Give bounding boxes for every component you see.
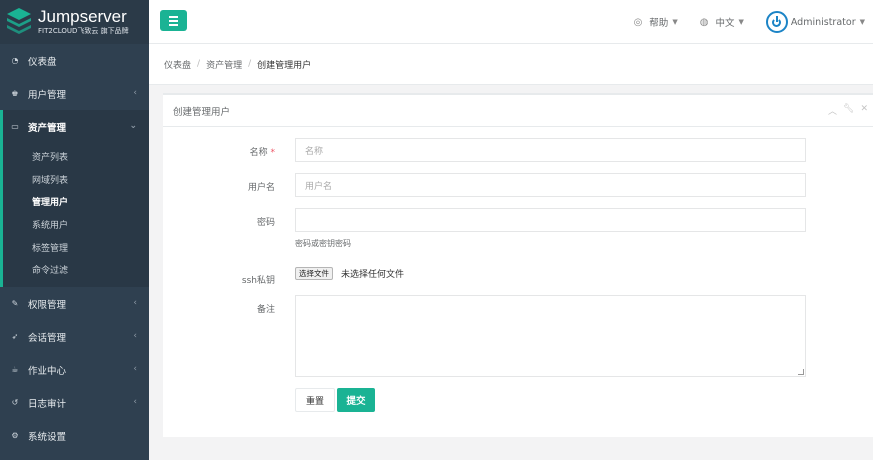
brand-subtitle: FIT2CLOUD飞致云 旗下品牌 — [38, 27, 129, 35]
jumpserver-logo-icon — [6, 7, 32, 37]
edit-icon: ✎ — [11, 299, 19, 309]
caret-down-icon: ▼ — [859, 18, 865, 26]
username-input[interactable]: 用户名 — [295, 173, 806, 197]
breadcrumb-current: 创建管理用户 — [257, 60, 312, 71]
caret-down-icon: ▼ — [738, 18, 744, 26]
submenu-item-asset-list[interactable]: 资产列表 — [3, 145, 149, 168]
submenu-item-domain-list[interactable]: 网域列表 — [3, 168, 149, 191]
help-dropdown[interactable]: ◎ 帮助 ▼ — [633, 15, 678, 30]
sidebar-item-dashboard[interactable]: ◔ 仪表盘 — [0, 44, 149, 77]
avatar — [765, 11, 788, 33]
users-icon: ♚ — [11, 89, 19, 98]
submenu-item-admin-user[interactable]: 管理用户 — [3, 190, 149, 213]
reset-button[interactable]: 重置 — [295, 388, 335, 412]
sidebar-item-audit[interactable]: ↺ 日志审计 ‹ — [0, 386, 149, 419]
inbox-icon: ▭ — [11, 122, 19, 131]
dashboard-icon: ◔ — [11, 56, 19, 65]
brand-title: Jumpserver — [38, 7, 127, 26]
comment-label: 备注 — [256, 305, 275, 315]
password-help-text: 密码或密钥密码 — [295, 239, 351, 248]
sidebar: Jumpserver FIT2CLOUD飞致云 旗下品牌 ◔ 仪表盘 ♚ 用户管… — [0, 0, 149, 460]
password-input[interactable] — [295, 208, 806, 232]
sidebar-item-label: 用户管理 — [28, 89, 67, 101]
sidebar-item-users[interactable]: ♚ 用户管理 ‹ — [0, 77, 149, 110]
language-dropdown[interactable]: ◍ 中文 ▼ — [699, 15, 744, 30]
sidebar-item-label: 系统设置 — [28, 431, 67, 443]
collapse-icon[interactable]: ︿ — [828, 104, 837, 117]
comment-textarea[interactable] — [295, 295, 806, 377]
chevron-down-icon: ⌄ — [129, 121, 137, 131]
chevron-left-icon: ‹ — [133, 397, 137, 408]
eye-icon: ◎ — [633, 16, 643, 28]
sidebar-item-assets[interactable]: ▭ 资产管理 ⌄ — [0, 110, 149, 143]
panel-title: 创建管理用户 — [173, 106, 231, 118]
sidebar-item-label: 资产管理 — [28, 122, 67, 134]
history-icon: ↺ — [11, 398, 19, 408]
resize-handle-icon[interactable] — [798, 369, 804, 375]
gears-icon: ⚙ — [11, 431, 19, 441]
sidebar-item-label: 会话管理 — [28, 332, 67, 344]
sidebar-item-label: 仪表盘 — [28, 56, 57, 68]
asset-submenu: 资产列表 网域列表 管理用户 系统用户 标签管理 命令过滤 — [0, 143, 149, 288]
sidebar-item-label: 作业中心 — [28, 365, 67, 377]
submenu-item-label-management[interactable]: 标签管理 — [3, 236, 149, 259]
menu-toggle-button[interactable] — [160, 10, 187, 31]
wrench-icon[interactable]: 🔧︎ — [843, 104, 854, 117]
coffee-icon: ☕ — [11, 365, 19, 375]
help-label: 帮助 — [649, 18, 669, 29]
globe-icon: ◍ — [699, 16, 709, 28]
password-label: 密码 — [256, 218, 275, 228]
brand-logo[interactable]: Jumpserver FIT2CLOUD飞致云 旗下品牌 — [0, 0, 149, 44]
caret-down-icon: ▼ — [672, 18, 678, 26]
top-navbar: ◎ 帮助 ▼ ◍ 中文 ▼ Administrator ▼ — [149, 0, 873, 44]
chevron-left-icon: ‹ — [133, 364, 137, 375]
breadcrumb: 仪表盘 / 资产管理 / 创建管理用户 — [149, 44, 873, 85]
username-label: 用户名 — [247, 183, 275, 193]
rocket-icon: ➶ — [11, 332, 19, 342]
sidebar-item-label: 权限管理 — [28, 299, 67, 311]
name-label: 名称 * — [249, 148, 275, 158]
sidebar-item-label: 日志审计 — [28, 398, 67, 410]
name-input[interactable]: 名称 — [295, 138, 806, 162]
close-icon[interactable]: ✕ — [860, 104, 868, 117]
submenu-item-command-filter[interactable]: 命令过滤 — [3, 258, 149, 281]
breadcrumb-dashboard[interactable]: 仪表盘 — [164, 58, 191, 71]
sidebar-item-settings[interactable]: ⚙ 系统设置 — [0, 419, 149, 452]
choose-file-button[interactable]: 选择文件 — [295, 267, 333, 280]
submit-button[interactable]: 提交 — [337, 388, 375, 412]
sidebar-item-jobs[interactable]: ☕ 作业中心 ‹ — [0, 353, 149, 386]
chevron-left-icon: ‹ — [133, 331, 137, 342]
ssh-key-label: ssh私钥 — [241, 276, 275, 286]
sidebar-item-sessions[interactable]: ➶ 会话管理 ‹ — [0, 320, 149, 353]
sidebar-item-permissions[interactable]: ✎ 权限管理 ‹ — [0, 287, 149, 320]
breadcrumb-assets[interactable]: 资产管理 — [206, 58, 242, 71]
chevron-left-icon: ‹ — [133, 88, 137, 98]
user-name: Administrator — [790, 16, 856, 28]
file-status-text: 未选择任何文件 — [341, 270, 405, 280]
language-label: 中文 — [715, 18, 735, 29]
user-dropdown[interactable]: Administrator ▼ — [765, 11, 865, 33]
chevron-left-icon: ‹ — [133, 298, 137, 309]
create-admin-user-panel: 创建管理用户 ︿ 🔧︎ ✕ 名称 * 名称 用户名 用户名 密码 密码或密钥密码… — [163, 93, 873, 437]
submenu-item-system-user[interactable]: 系统用户 — [3, 213, 149, 236]
